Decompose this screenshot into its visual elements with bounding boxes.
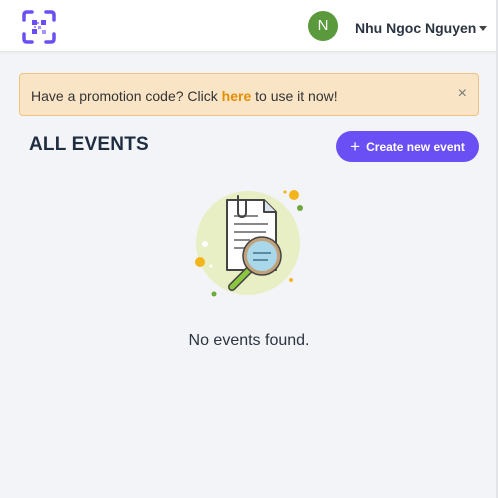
close-icon[interactable]: × xyxy=(458,84,467,104)
promotion-text-after: to use it now! xyxy=(251,88,338,104)
top-navigation-bar: N Nhu Ngoc Nguyen xyxy=(0,0,498,52)
promotion-here-link[interactable]: here xyxy=(222,88,252,104)
create-new-event-button[interactable]: + Create new event xyxy=(336,131,479,162)
page-title: ALL EVENTS xyxy=(29,134,149,155)
qr-code-logo-icon[interactable] xyxy=(21,9,57,45)
promotion-message: Have a promotion code? Click here to use… xyxy=(31,88,338,104)
caret-down-icon[interactable] xyxy=(479,26,487,31)
document-search-illustration xyxy=(195,190,303,297)
user-avatar[interactable]: N xyxy=(308,11,338,41)
empty-state-message: No events found. xyxy=(188,332,310,349)
promotion-text-before: Have a promotion code? Click xyxy=(31,88,222,104)
plus-icon: + xyxy=(350,137,361,156)
create-new-event-label: Create new event xyxy=(366,139,465,154)
promotion-banner: Have a promotion code? Click here to use… xyxy=(19,73,479,116)
user-name[interactable]: Nhu Ngoc Nguyen xyxy=(355,20,476,36)
